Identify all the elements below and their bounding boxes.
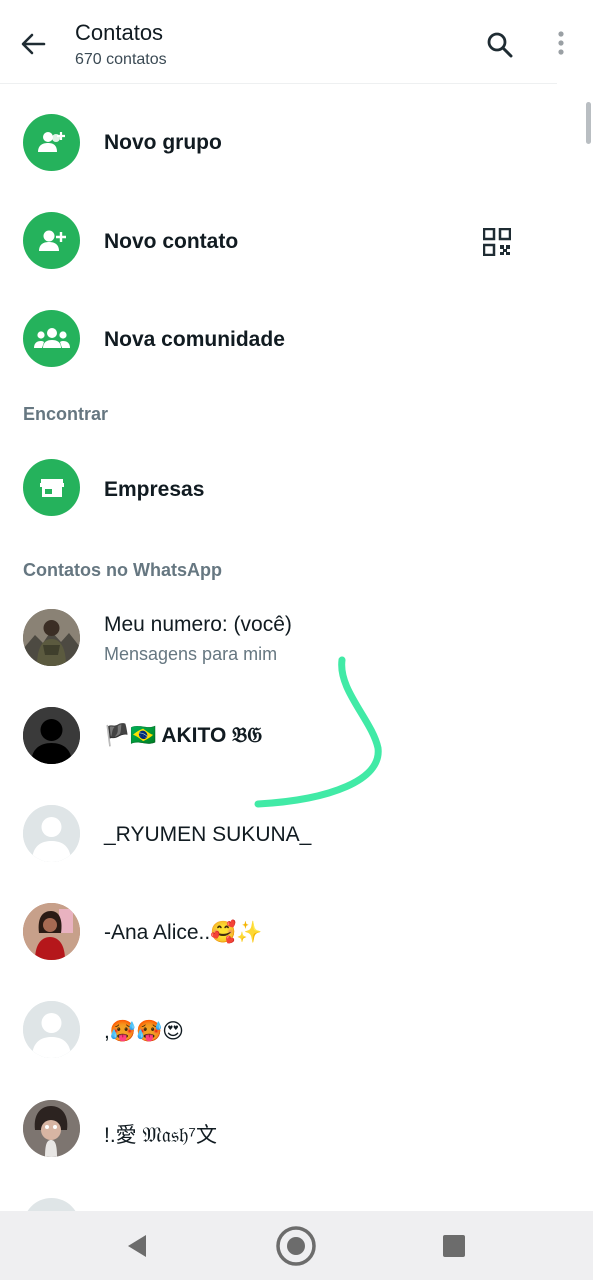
- contact-name: !.愛 𝔐𝔞𝔰𝔥⁷文: [104, 1124, 217, 1147]
- new-community-label: Nova comunidade: [104, 328, 285, 351]
- business-label: Empresas: [104, 478, 205, 501]
- qr-code-icon[interactable]: [482, 227, 512, 261]
- search-icon[interactable]: [480, 25, 520, 65]
- page-title: Contatos: [75, 20, 164, 45]
- list-item[interactable]: -Ana Alice..🥰✨: [0, 884, 557, 980]
- default-avatar-icon: [23, 805, 80, 862]
- avatar: [23, 1100, 80, 1157]
- new-group-row[interactable]: Novo grupo: [0, 94, 557, 190]
- new-contact-label: Novo contato: [104, 230, 239, 253]
- new-group-label: Novo grupo: [104, 131, 222, 154]
- list-item[interactable]: !.愛 𝔐𝔞𝔰𝔥⁷文: [0, 1080, 557, 1176]
- new-community-row[interactable]: Nova comunidade: [0, 291, 557, 387]
- business-row[interactable]: Empresas: [0, 441, 557, 537]
- store-icon: [23, 459, 80, 516]
- system-nav-bar: [0, 1211, 593, 1280]
- person-add-icon: [23, 212, 80, 269]
- section-find-title: Encontrar: [23, 404, 109, 424]
- new-contact-row[interactable]: Novo contato: [0, 193, 557, 289]
- contact-name: 🏴🇧🇷 AKITO 𝔅𝔊: [104, 724, 263, 747]
- avatar: [23, 903, 80, 960]
- community-icon: [23, 310, 80, 367]
- contact-count: 670 contatos: [75, 51, 167, 68]
- contact-status: Mensagens para mim: [104, 644, 278, 664]
- section-contacts-title: Contatos no WhatsApp: [23, 560, 222, 580]
- avatar: [23, 707, 80, 764]
- app-header: Contatos 670 contatos: [0, 0, 564, 84]
- back-arrow-icon[interactable]: [14, 24, 54, 64]
- contact-name: ,🥵🥵😍: [104, 1020, 185, 1043]
- list-item[interactable]: 🏴🇧🇷 AKITO 𝔅𝔊: [0, 688, 557, 784]
- contact-name: Meu numero: (você): [104, 613, 292, 636]
- list-item[interactable]: _RYUMEN SUKUNA_: [0, 786, 557, 882]
- more-options-icon[interactable]: [548, 28, 574, 62]
- nav-back-icon[interactable]: [124, 1233, 150, 1264]
- nav-recent-apps-icon[interactable]: [442, 1234, 466, 1263]
- group-add-icon: [23, 114, 80, 171]
- scrollbar[interactable]: [586, 102, 591, 144]
- list-item[interactable]: Meu numero: (você) Mensagens para mim: [0, 590, 557, 686]
- default-avatar-icon: [23, 1001, 80, 1058]
- avatar: [23, 609, 80, 666]
- contact-name: _RYUMEN SUKUNA_: [104, 823, 312, 846]
- nav-home-icon[interactable]: [275, 1225, 317, 1272]
- contact-name: -Ana Alice..🥰✨: [104, 921, 263, 944]
- list-item[interactable]: ,🥵🥵😍: [0, 982, 557, 1078]
